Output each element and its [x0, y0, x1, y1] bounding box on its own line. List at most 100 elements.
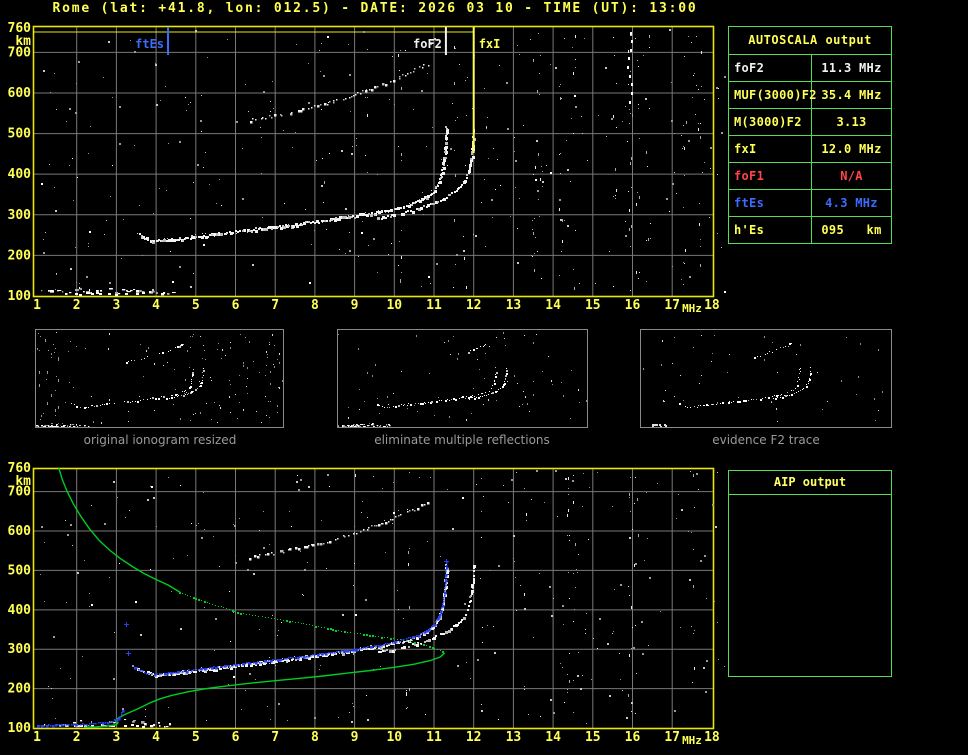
svg-text:400: 400	[8, 167, 32, 182]
svg-text:1: 1	[33, 298, 41, 313]
aip-row-foE: foE 3.2 MHz	[728, 618, 834, 637]
aip-row-ymE: ymE 20 km	[728, 656, 815, 675]
thumbnail-original-ionogram-image	[36, 332, 283, 427]
autoscala-row-ftEs: ftEs 4.3 MHz	[729, 190, 891, 217]
svg-text:1: 1	[33, 730, 41, 745]
parameter-value: 095 km	[821, 223, 882, 237]
parameter-label: ftEs	[729, 190, 812, 216]
thumbnail-eliminate-reflections-image	[338, 332, 587, 427]
aip-row-hmF1: hmF1 --- km	[728, 580, 834, 599]
parameter-value: 3.13	[836, 115, 867, 129]
thumbnail-caption-2: eliminate multiple reflections	[374, 433, 550, 447]
thumbnail-caption-1: original ionogram resized	[83, 433, 237, 447]
thumbnail-caption-3: evidence F2 trace	[712, 433, 820, 447]
svg-text:5: 5	[192, 730, 200, 745]
autoscala-row-fxI: fxI 12.0 MHz	[729, 136, 891, 163]
svg-text:200: 200	[8, 248, 32, 263]
svg-text:17: 17	[664, 298, 680, 313]
svg-text:6: 6	[232, 730, 240, 745]
parameter-label: MUF(3000)F2	[729, 82, 816, 108]
top-ionogram-plot: 760700600500400300200100km1 2 3 4 5 6 7 8 9 10 11 1…	[8, 21, 726, 315]
autoscala-table-title: AUTOSCALA output	[729, 27, 891, 55]
foF2-marker-label: foF2	[413, 37, 442, 51]
svg-text:400: 400	[8, 603, 32, 618]
parameter-label: foF1	[729, 163, 812, 189]
svg-text:10: 10	[386, 298, 402, 313]
y-axis-labels: 760700600500400300200100km	[8, 461, 32, 736]
aip-row-B0: B0 082.0 km	[728, 751, 898, 755]
svg-text:500: 500	[8, 127, 32, 142]
svg-text:km: km	[15, 34, 31, 49]
svg-text:3: 3	[112, 298, 120, 313]
aip-table-title: AIP output	[729, 471, 891, 495]
svg-text:3: 3	[112, 730, 120, 745]
parameter-label: h'Es	[729, 217, 812, 243]
parameter-value: N/A	[840, 169, 863, 183]
svg-text:14: 14	[545, 730, 561, 745]
svg-text:18: 18	[704, 298, 720, 313]
parameter-value: 11.3 MHz	[821, 61, 882, 75]
svg-text:600: 600	[8, 524, 32, 539]
svg-text:13: 13	[506, 730, 522, 745]
svg-text:17: 17	[664, 730, 680, 745]
autoscala-table-rows: foF2 11.3 MHz MUF(3000)F2 35.4 MHz M(3000)F2…	[729, 55, 891, 243]
fxI-marker-label: fxI	[479, 37, 501, 51]
noise-speckle	[40, 470, 725, 724]
svg-text:MHz: MHz	[682, 734, 702, 747]
aip-row-hmE: hmE 110 km	[728, 637, 825, 656]
svg-text:100: 100	[8, 721, 32, 736]
svg-text:200: 200	[8, 682, 32, 697]
svg-text:15: 15	[585, 730, 601, 745]
parameter-value: 12.0 MHz	[821, 142, 882, 156]
aip-row-h_vE: h_vE 119 km	[728, 675, 834, 694]
ftEs-marker-label: ftEs	[135, 37, 164, 51]
grid-lines	[34, 468, 713, 728]
autoscala-row-h'Es: h'Es 095 km	[729, 217, 891, 243]
svg-text:2: 2	[73, 298, 81, 313]
svg-text:4: 4	[152, 298, 160, 313]
autoscala-row-foF2: foF2 11.3 MHz	[729, 55, 891, 82]
x-axis-labels: 1 2 3 4 5 6 7 8 9 10 11 12 13 14 15 16 17 18MHz	[33, 298, 720, 315]
thumbnail-original-ionogram	[35, 329, 284, 428]
svg-text:6: 6	[232, 298, 240, 313]
ftEs-marker-line	[167, 27, 170, 55]
aip-row-Ewidth: Ewidth 19 km	[728, 694, 844, 713]
aip-row-foF1: foF1 00.0 MHz [PN]	[728, 542, 854, 580]
svg-text:7: 7	[271, 730, 279, 745]
svg-text:600: 600	[8, 86, 32, 101]
svg-text:300: 300	[8, 208, 32, 223]
autoscala-row-MUF(3000)F2: MUF(3000)F2 35.4 MHz	[729, 82, 891, 109]
autoscala-row-M(3000)F2: M(3000)F2 3.13	[729, 109, 891, 136]
y-axis-labels: 760700600500400300200100km	[8, 21, 32, 304]
autoscala-output-table: AUTOSCALA output foF2 11.3 MHz MUF(3000)F2…	[728, 26, 892, 244]
svg-text:100: 100	[8, 289, 32, 304]
svg-text:11: 11	[426, 298, 442, 313]
parameter-label: fxI	[729, 136, 812, 162]
aip-row-D1: D1 00.0	[728, 599, 796, 618]
svg-text:4: 4	[152, 730, 160, 745]
svg-text:13: 13	[506, 298, 522, 313]
svg-text:12: 12	[466, 298, 482, 313]
svg-text:2: 2	[73, 730, 81, 745]
thumbnail-evidence-f2	[640, 329, 892, 428]
parameter-label: foF2	[729, 55, 812, 81]
noise-speckle	[41, 29, 726, 293]
svg-text:9: 9	[351, 298, 359, 313]
autoscala-row-foF1: foF1 N/A	[729, 163, 891, 190]
svg-text:8: 8	[311, 298, 319, 313]
autoscaled-trace-blue	[37, 559, 449, 728]
echo-traces	[41, 502, 476, 728]
fxI-marker-line	[472, 27, 475, 153]
svg-text:300: 300	[8, 642, 32, 657]
svg-text:11: 11	[426, 730, 442, 745]
svg-text:500: 500	[8, 563, 32, 578]
svg-text:14: 14	[545, 298, 561, 313]
parameter-value: 35.4 MHz	[821, 88, 882, 102]
svg-text:12: 12	[466, 730, 482, 745]
parameter-label: M(3000)F2	[729, 109, 812, 135]
svg-text:15: 15	[585, 298, 601, 313]
svg-text:7: 7	[271, 298, 279, 313]
echo-traces	[41, 64, 476, 296]
svg-text:5: 5	[192, 298, 200, 313]
svg-text:km: km	[15, 474, 31, 489]
